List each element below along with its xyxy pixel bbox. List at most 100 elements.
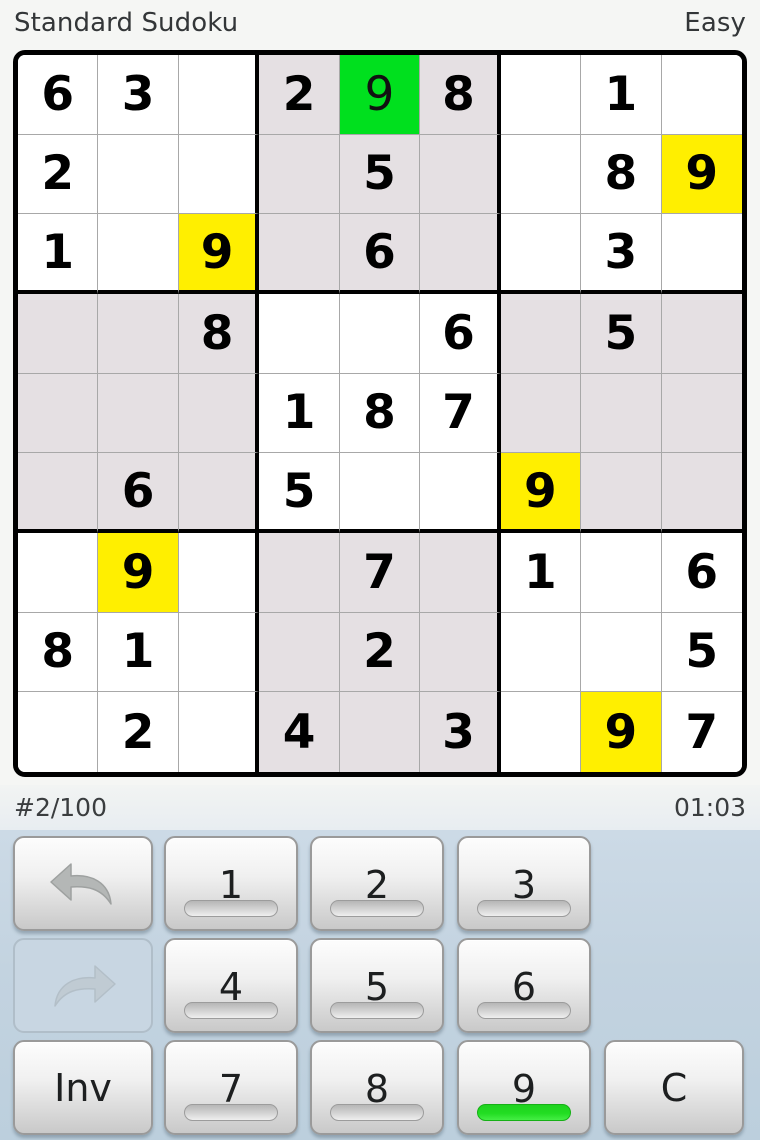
sudoku-cell[interactable]: [500, 134, 582, 215]
sudoku-cell[interactable]: [339, 453, 421, 533]
sudoku-cell[interactable]: [18, 293, 99, 374]
sudoku-cell[interactable]: 9: [661, 134, 742, 215]
digit-button-2[interactable]: 2: [310, 836, 444, 931]
digit-button-9[interactable]: 9: [457, 1040, 591, 1135]
sudoku-cell[interactable]: [500, 55, 582, 135]
sudoku-cell[interactable]: [661, 214, 742, 294]
sudoku-cell[interactable]: [581, 373, 662, 454]
sudoku-cell[interactable]: 9: [339, 55, 421, 135]
cell-value: 5: [363, 146, 396, 202]
sudoku-cell[interactable]: 3: [581, 214, 662, 294]
invert-button[interactable]: Inv: [13, 1040, 153, 1135]
sudoku-cell[interactable]: [98, 293, 179, 374]
sudoku-cell[interactable]: [98, 134, 179, 215]
cell-value: 2: [363, 624, 396, 680]
sudoku-cell[interactable]: [259, 612, 340, 693]
sudoku-cell[interactable]: [98, 373, 179, 454]
sudoku-grid[interactable]: 632981258919638651876599716812524397: [18, 55, 742, 772]
sudoku-cell[interactable]: 5: [259, 453, 340, 533]
sudoku-cell[interactable]: 1: [98, 612, 179, 693]
keypad-row-3: Inv 7 8 9 C: [0, 1040, 760, 1140]
sudoku-cell[interactable]: [420, 612, 501, 693]
sudoku-cell[interactable]: [500, 214, 582, 294]
sudoku-cell[interactable]: [178, 612, 260, 693]
sudoku-cell[interactable]: [259, 214, 340, 294]
sudoku-cell[interactable]: 8: [420, 55, 501, 135]
sudoku-cell[interactable]: [581, 612, 662, 693]
undo-button[interactable]: [13, 836, 153, 931]
sudoku-cell[interactable]: [661, 373, 742, 454]
sudoku-cell[interactable]: 6: [661, 532, 742, 613]
sudoku-cell[interactable]: [420, 214, 501, 294]
sudoku-cell[interactable]: 6: [339, 214, 421, 294]
sudoku-cell[interactable]: 8: [581, 134, 662, 215]
sudoku-cell[interactable]: [661, 55, 742, 135]
sudoku-cell[interactable]: 2: [98, 692, 179, 772]
sudoku-cell[interactable]: 7: [339, 532, 421, 613]
sudoku-cell[interactable]: [178, 55, 260, 135]
sudoku-cell[interactable]: 7: [420, 373, 501, 454]
sudoku-cell[interactable]: 6: [420, 293, 501, 374]
sudoku-cell[interactable]: [339, 692, 421, 772]
sudoku-cell[interactable]: [259, 532, 340, 613]
sudoku-cell[interactable]: [18, 692, 99, 772]
sudoku-cell[interactable]: [500, 373, 582, 454]
sudoku-cell[interactable]: 8: [178, 293, 260, 374]
sudoku-cell[interactable]: 5: [339, 134, 421, 215]
sudoku-cell[interactable]: 2: [339, 612, 421, 693]
sudoku-cell[interactable]: [178, 373, 260, 454]
sudoku-cell[interactable]: 3: [98, 55, 179, 135]
sudoku-cell[interactable]: 9: [178, 214, 260, 294]
sudoku-cell[interactable]: 2: [18, 134, 99, 215]
sudoku-cell[interactable]: 8: [339, 373, 421, 454]
sudoku-cell[interactable]: [420, 532, 501, 613]
digit-button-1[interactable]: 1: [164, 836, 298, 931]
sudoku-cell[interactable]: [339, 293, 421, 374]
sudoku-cell[interactable]: [500, 612, 582, 693]
sudoku-cell[interactable]: [178, 692, 260, 772]
sudoku-cell[interactable]: 5: [581, 293, 662, 374]
sudoku-cell[interactable]: [18, 373, 99, 454]
digit-button-6[interactable]: 6: [457, 938, 591, 1033]
redo-button[interactable]: [13, 938, 153, 1033]
sudoku-cell[interactable]: 1: [500, 532, 582, 613]
sudoku-cell[interactable]: 3: [420, 692, 501, 772]
digit-button-7[interactable]: 7: [164, 1040, 298, 1135]
sudoku-cell[interactable]: 2: [259, 55, 340, 135]
sudoku-cell[interactable]: 1: [259, 373, 340, 454]
sudoku-cell[interactable]: [420, 453, 501, 533]
sudoku-cell[interactable]: 6: [18, 55, 99, 135]
digit-button-8[interactable]: 8: [310, 1040, 444, 1135]
clear-button[interactable]: C: [604, 1040, 744, 1135]
sudoku-board[interactable]: 632981258919638651876599716812524397: [13, 50, 747, 777]
sudoku-cell[interactable]: 1: [581, 55, 662, 135]
sudoku-cell[interactable]: [18, 453, 99, 533]
sudoku-cell[interactable]: 9: [98, 532, 179, 613]
sudoku-cell[interactable]: [500, 293, 582, 374]
sudoku-cell[interactable]: 8: [18, 612, 99, 693]
sudoku-cell[interactable]: [581, 532, 662, 613]
sudoku-cell[interactable]: [259, 134, 340, 215]
sudoku-cell[interactable]: [420, 134, 501, 215]
sudoku-cell[interactable]: 1: [18, 214, 99, 294]
sudoku-cell[interactable]: 9: [581, 692, 662, 772]
sudoku-cell[interactable]: 6: [98, 453, 179, 533]
digit-button-3[interactable]: 3: [457, 836, 591, 931]
sudoku-cell[interactable]: [178, 453, 260, 533]
sudoku-cell[interactable]: 4: [259, 692, 340, 772]
sudoku-cell[interactable]: [500, 692, 582, 772]
sudoku-cell[interactable]: [259, 293, 340, 374]
cell-value: 8: [200, 305, 234, 361]
sudoku-cell[interactable]: [18, 532, 99, 613]
digit-button-4[interactable]: 4: [164, 938, 298, 1033]
sudoku-cell[interactable]: [178, 532, 260, 613]
sudoku-cell[interactable]: [661, 453, 742, 533]
sudoku-cell[interactable]: 7: [661, 692, 742, 772]
sudoku-cell[interactable]: [98, 214, 179, 294]
sudoku-cell[interactable]: 9: [500, 453, 582, 533]
sudoku-cell[interactable]: [581, 453, 662, 533]
sudoku-cell[interactable]: 5: [661, 612, 742, 693]
digit-button-5[interactable]: 5: [310, 938, 444, 1033]
sudoku-cell[interactable]: [661, 293, 742, 374]
sudoku-cell[interactable]: [178, 134, 260, 215]
